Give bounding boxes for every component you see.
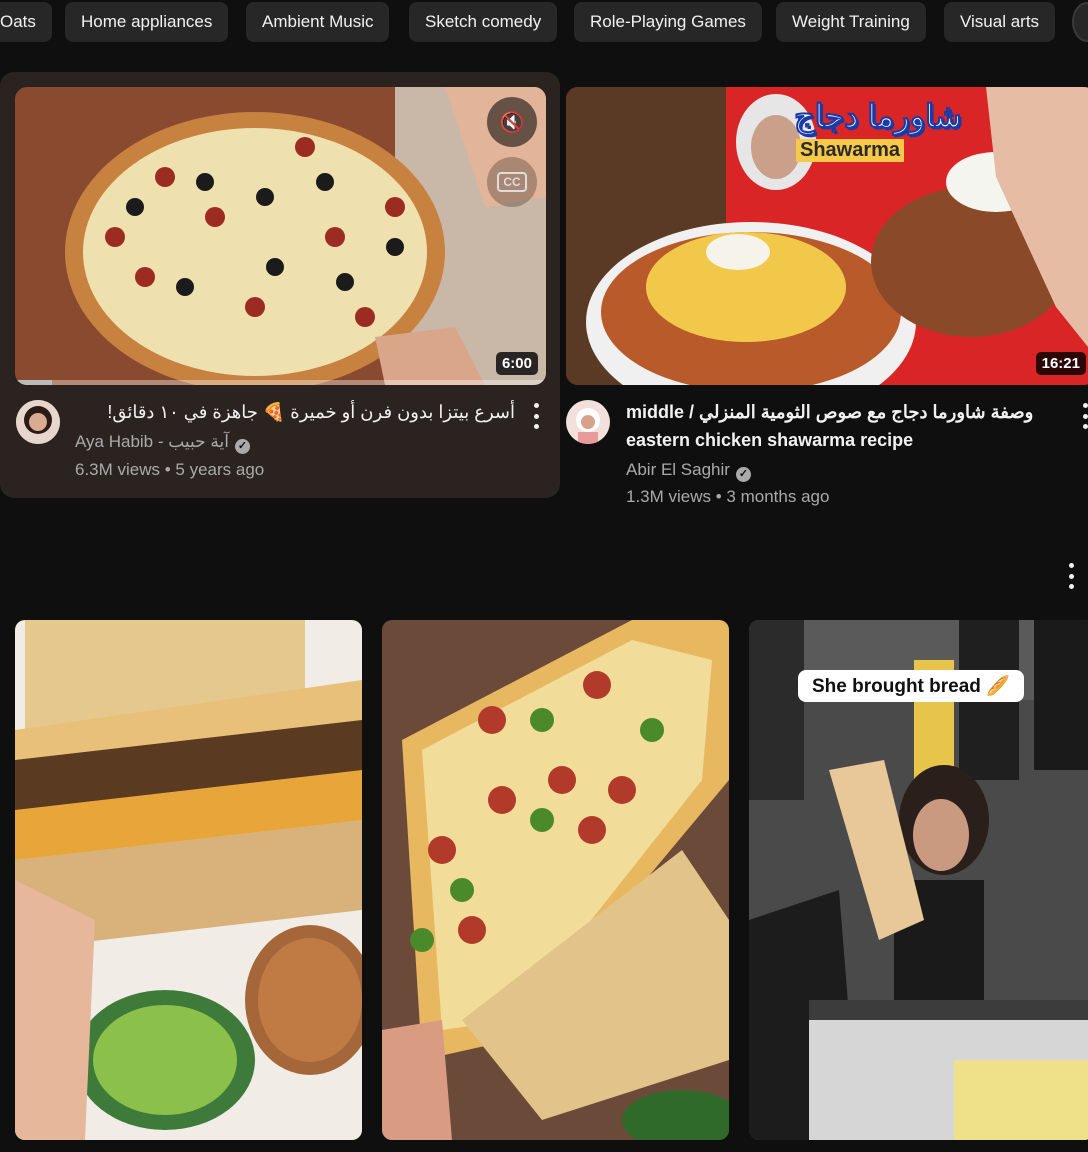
video-meta: 6.3M views • 5 years ago: [75, 460, 265, 479]
more-vert-button[interactable]: [530, 403, 542, 429]
chip-home-appliances[interactable]: Home appliances: [65, 2, 229, 42]
mute-icon: 🔇: [499, 111, 525, 134]
video-thumbnail-pizza[interactable]: 🔇 CC 6:00: [15, 87, 546, 385]
chip-bar: Oats Home appliances Ambient Music Sketc…: [0, 0, 1088, 46]
pizza-thumbnail-image: [15, 87, 546, 385]
chip-scroll-next-button[interactable]: [1072, 2, 1088, 42]
shorts-more-vert-button[interactable]: [1065, 563, 1077, 589]
short-thumbnail-pide[interactable]: [382, 620, 729, 1140]
channel-name-text: Abir El Saghir: [626, 460, 730, 479]
video-progress-fill: [15, 380, 53, 385]
video-meta: 1.3M views • 3 months ago: [626, 487, 830, 506]
thumbnail-title-en: Shawarma: [796, 139, 905, 162]
video-duration: 6:00: [495, 352, 538, 375]
avatar-image: [16, 400, 60, 444]
short-caption: She brought bread 🥖: [798, 670, 1024, 702]
video-progress-bar[interactable]: [15, 380, 546, 385]
video-duration: 16:21: [1035, 352, 1086, 375]
channel-avatar[interactable]: [566, 400, 610, 444]
more-vert-button[interactable]: [1079, 403, 1088, 429]
avatar-image: [566, 400, 610, 444]
crunchwrap-image: [15, 620, 362, 1140]
channel-name[interactable]: Abir El Saghir ✓: [626, 456, 751, 484]
more-vert-icon: [1082, 403, 1088, 408]
more-vert-icon: [533, 403, 539, 408]
video-title-line2: eastern chicken shawarma recipe: [626, 430, 914, 450]
mute-button[interactable]: 🔇: [487, 97, 537, 147]
verified-icon: ✓: [235, 439, 250, 454]
channel-name[interactable]: Aya Habib - آية حبيب ✓: [75, 428, 250, 456]
chip-role-playing-games[interactable]: Role-Playing Games: [574, 2, 762, 42]
chip-ambient-music[interactable]: Ambient Music: [246, 2, 390, 42]
closed-captions-icon: CC: [497, 172, 527, 192]
video-title-line1: middle / وصفة شاورما دجاج مع صوص الثومية…: [626, 402, 1034, 422]
video-title[interactable]: أسرع بيتزا بدون فرن أو خميرة 🍕 جاهزة في …: [75, 398, 515, 426]
short-thumbnail-bread[interactable]: She brought bread 🥖: [749, 620, 1088, 1140]
chip-weight-training[interactable]: Weight Training: [776, 2, 926, 42]
video-thumbnail-shawarma[interactable]: شاورما دجاج Shawarma 16:21: [566, 87, 1088, 385]
chip-visual-arts[interactable]: Visual arts: [944, 2, 1056, 42]
pide-image: [382, 620, 729, 1140]
chip-sketch-comedy[interactable]: Sketch comedy: [409, 2, 558, 42]
short-thumbnail-crunchwrap[interactable]: [15, 620, 362, 1140]
more-vert-icon: [1068, 563, 1074, 568]
thumbnail-title-ar: شاورما دجاج: [794, 98, 963, 135]
channel-name-text: Aya Habib - آية حبيب: [75, 432, 229, 451]
captions-button[interactable]: CC: [487, 157, 537, 207]
channel-avatar[interactable]: [16, 400, 60, 444]
video-title[interactable]: middle / وصفة شاورما دجاج مع صوص الثومية…: [626, 398, 1066, 454]
chip-oats[interactable]: Oats: [0, 2, 52, 42]
verified-icon: ✓: [735, 467, 751, 482]
